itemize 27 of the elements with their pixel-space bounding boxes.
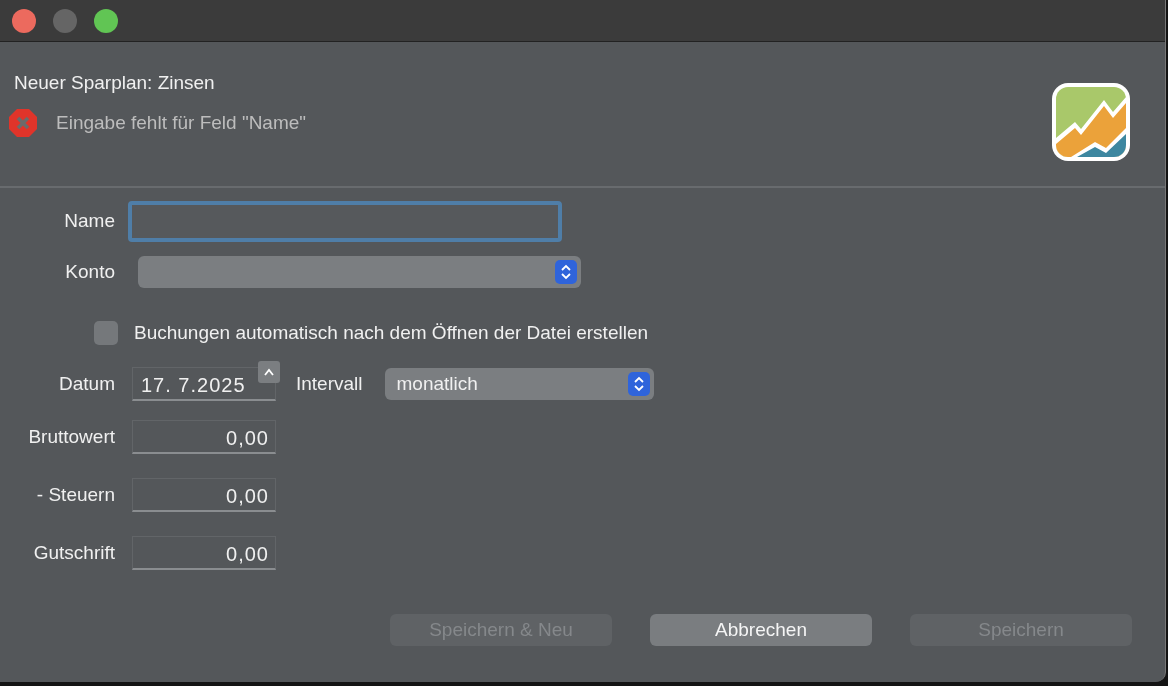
field-label: Name [63,210,115,232]
close-button[interactable] [12,8,36,33]
field-label: Datum [58,373,115,395]
field-label: Gutschrift [32,542,115,564]
checkbox[interactable] [94,321,118,345]
stepper-chevron-icon [627,372,650,396]
error-icon [8,108,38,138]
date-stepper[interactable] [258,361,280,383]
error-message: Eingabe fehlt für Feld "Name" [56,112,307,134]
minimize-button[interactable] [53,8,77,33]
stepper-chevron-icon [555,260,577,284]
amount-field[interactable]: 0,00 [132,536,276,570]
checkbox-label: Buchungen automatisch nach dem Öffnen der Datei erstellen [134,322,649,344]
field-label: - Steuern [35,484,115,506]
amount-field[interactable]: 0,00 [132,420,276,454]
field-label: Intervall [296,373,363,395]
dialog-title: Neuer Sparplan: Zinsen [14,72,216,94]
zoom-button[interactable] [94,8,118,33]
account-dropdown[interactable] [138,256,581,288]
interval-dropdown[interactable]: monatlich [384,368,654,400]
caret-icon [263,368,275,376]
name-input[interactable] [128,200,562,242]
amount-field[interactable]: 0,00 [132,478,276,512]
field-label: Bruttowert [27,426,115,448]
dialog-button[interactable]: Abbrechen [650,614,872,646]
app-logo-icon [1051,82,1131,162]
field-label: Konto [64,261,115,283]
